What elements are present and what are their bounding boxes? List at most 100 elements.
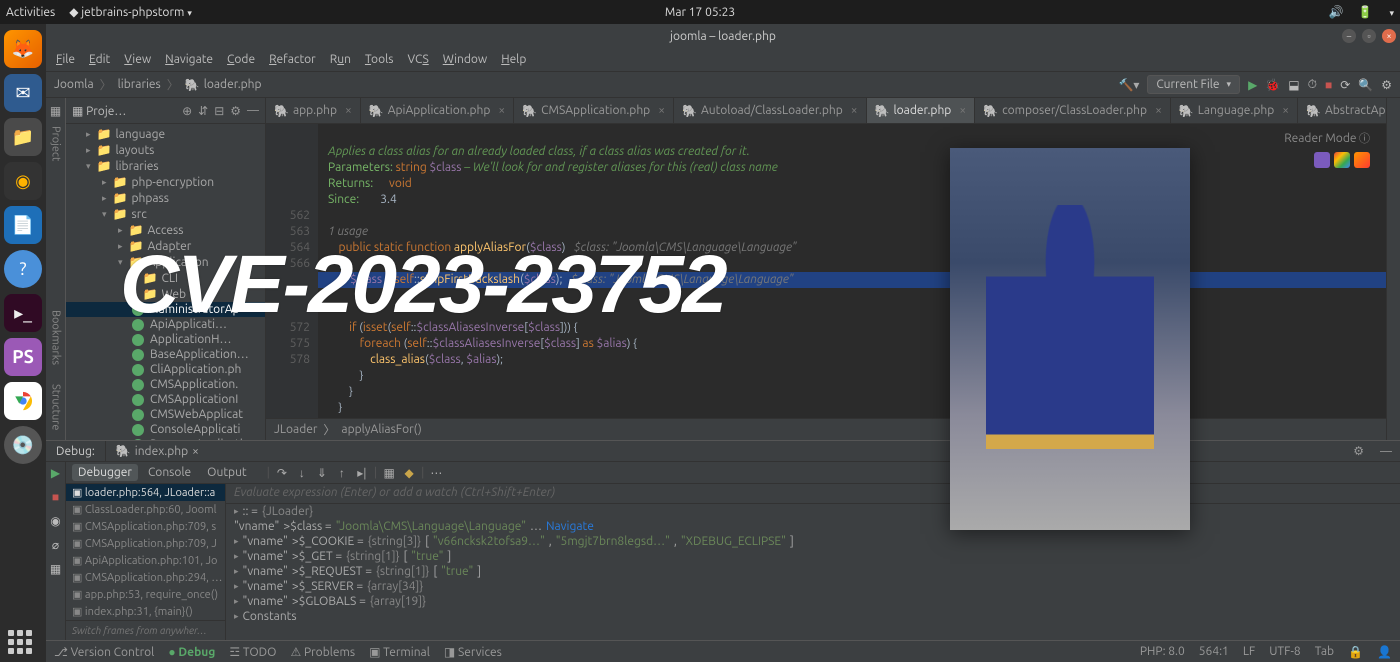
tree-node[interactable]: CliApplication.ph [66, 362, 265, 377]
variable-row[interactable]: ▸ "vname">$_SERVER = {array[34]} [226, 579, 1400, 594]
debug-settings-icon[interactable]: ⚙ [1345, 444, 1372, 458]
step-over-icon[interactable]: ↷ [274, 465, 290, 481]
variable-row[interactable]: ▸ "vname">$_GET = {string[1]} ["true"] [226, 549, 1400, 564]
menu-vcs[interactable]: VCS [407, 53, 428, 66]
resume-button[interactable]: ▶ [51, 466, 60, 480]
frames-list[interactable]: ▣ loader.php:564, JLoader::a▣ ClassLoade… [66, 484, 226, 640]
editor-tab[interactable]: 🐘loader.php× [867, 98, 976, 124]
phpstorm-preview-icon[interactable] [1314, 152, 1330, 168]
debug-session-tab[interactable]: 🐘 index.php × [106, 441, 209, 461]
run-button[interactable]: ▶ [1248, 78, 1257, 92]
activities-button[interactable]: Activities [6, 6, 55, 19]
app-menu[interactable]: ◆ jetbrains-phpstorm [69, 5, 192, 19]
tree-node[interactable]: ApplicationH… [66, 332, 265, 347]
stack-frame[interactable]: ▣ loader.php:564, JLoader::a [66, 484, 225, 501]
tree-node[interactable]: 📁src [66, 206, 265, 222]
terminal-icon[interactable]: ▸_ [4, 294, 42, 332]
indent[interactable]: Tab [1315, 645, 1334, 658]
select-opened-icon[interactable]: ⊕ [182, 104, 192, 118]
stack-frame[interactable]: ▣ CMSApplication.php:709, s [66, 518, 225, 535]
expand-icon[interactable]: ⇵ [198, 104, 208, 118]
tree-node[interactable]: 📁phpass [66, 190, 265, 206]
editor-tab[interactable]: 🐘ApiApplication.php× [361, 98, 514, 124]
disc-icon[interactable]: 💿 [4, 426, 42, 464]
console-tab[interactable]: Console [142, 464, 197, 481]
firefox-icon[interactable]: 🦊 [4, 30, 42, 68]
debug-button[interactable]: 🐞 [1265, 78, 1280, 92]
menu-help[interactable]: Help [501, 53, 526, 66]
tree-node[interactable]: CMSWebApplicat [66, 407, 265, 422]
tree-node[interactable]: CMSApplicationI [66, 392, 265, 407]
battery-icon[interactable]: 🔋 [1358, 5, 1373, 19]
run-to-cursor-icon[interactable]: ▸| [354, 465, 370, 481]
git-update-icon[interactable]: ⟳ [1340, 78, 1350, 92]
step-out-icon[interactable]: ↑ [334, 465, 350, 481]
view-breakpoints-icon[interactable]: ◉ [50, 514, 60, 528]
tree-node[interactable]: 📁libraries [66, 158, 265, 174]
volume-icon[interactable]: 🔊 [1329, 5, 1344, 19]
reader-mode-toggle[interactable]: Reader Mode ⓘ [1284, 130, 1370, 146]
structure-label[interactable]: Structure [50, 384, 62, 431]
evaluate-input[interactable]: Evaluate expression (Enter) or add a wat… [226, 484, 1400, 504]
stack-frame[interactable]: ▣ app.php:53, require_once() [66, 586, 225, 603]
collapse-icon[interactable]: ⊟ [214, 104, 224, 118]
writer-icon[interactable]: 📄 [4, 206, 42, 244]
tree-node[interactable]: ConsoleApplicati [66, 422, 265, 437]
todo-tool[interactable]: ☲ TODO [229, 645, 276, 659]
debugger-tab[interactable]: Debugger [72, 464, 138, 481]
app-grid-icon[interactable] [8, 630, 32, 654]
hide-icon[interactable]: — [247, 104, 259, 118]
php-version[interactable]: PHP: 8.0 [1140, 645, 1185, 658]
minimize-button[interactable]: – [1342, 29, 1356, 43]
project-tool-icon[interactable]: ▦ [50, 104, 61, 118]
caret-pos[interactable]: 564:1 [1199, 645, 1229, 658]
chrome-preview-icon[interactable] [1334, 152, 1350, 168]
stack-frame[interactable]: ▣ CMSApplication.php:294, … [66, 569, 225, 586]
tree-node[interactable]: CMSApplication. [66, 377, 265, 392]
inspect-icon[interactable]: 👤 [1377, 645, 1392, 659]
search-icon[interactable]: 🔍 [1358, 78, 1373, 92]
tree-node[interactable]: 📁language [66, 126, 265, 142]
editor-tab[interactable]: 🐘Autoload/ClassLoader.php× [674, 98, 867, 124]
variable-row[interactable]: ▸ :: = {JLoader} [226, 504, 1400, 519]
variable-row[interactable]: ▸ "vname">$GLOBALS = {array[19]} [226, 594, 1400, 609]
evaluate-icon[interactable]: ▦ [381, 465, 397, 481]
debug-hide-icon[interactable]: — [1372, 445, 1400, 458]
encoding[interactable]: UTF-8 [1269, 645, 1300, 658]
rhythmbox-icon[interactable]: ◉ [4, 162, 42, 200]
firefox-preview-icon[interactable] [1354, 152, 1370, 168]
stack-frame[interactable]: ▣ ClassLoader.php:60, Jooml [66, 501, 225, 518]
menu-navigate[interactable]: Navigate [165, 53, 213, 66]
variable-row[interactable]: "vname">$class = "Joomla\CMS\Language\La… [226, 519, 1400, 534]
terminal-tool[interactable]: ▣ Terminal [369, 645, 430, 659]
run-config-selector[interactable]: Current File [1147, 75, 1240, 94]
variable-row[interactable]: ▸ Constants [226, 609, 1400, 624]
coverage-icon[interactable]: ⬓ [1288, 78, 1299, 92]
clock[interactable]: Mar 17 05:23 [665, 6, 735, 19]
system-menu[interactable] [1386, 6, 1394, 19]
phpstorm-icon[interactable]: PS [4, 338, 42, 376]
help-icon[interactable]: ? [4, 250, 42, 288]
trace-icon[interactable]: ◆ [401, 465, 417, 481]
settings-icon[interactable]: ⚙ [1381, 78, 1392, 92]
menu-file[interactable]: File [56, 53, 75, 66]
editor-tab[interactable]: 🐘AbstractApplication.php× [1298, 98, 1386, 124]
layout-icon[interactable]: ▦ [50, 562, 61, 576]
lock-icon[interactable]: 🔒 [1348, 645, 1363, 659]
stop-debug-button[interactable]: ■ [52, 490, 59, 504]
profile-icon[interactable]: ⏱ [1308, 78, 1317, 92]
variable-row[interactable]: ▸ "vname">$_COOKIE = {string[3]} ["v66nc… [226, 534, 1400, 549]
chrome-icon[interactable] [4, 382, 42, 420]
editor-tab[interactable]: 🐘Language.php× [1171, 98, 1298, 124]
menu-tools[interactable]: Tools [365, 53, 394, 66]
tree-node[interactable]: 📁Access [66, 222, 265, 238]
mute-bp-icon[interactable]: ⌀ [52, 538, 59, 552]
editor-tab[interactable]: 🐘composer/ClassLoader.php× [975, 98, 1171, 124]
debug-tool[interactable]: ● Debug [168, 645, 215, 659]
stack-frame[interactable]: ▣ ApiApplication.php:101, Jo [66, 552, 225, 569]
bookmarks-label[interactable]: Bookmarks [50, 310, 62, 365]
step-into-icon[interactable]: ↓ [294, 465, 310, 481]
stack-frame[interactable]: ▣ index.php:31, {main}() [66, 603, 225, 620]
menu-view[interactable]: View [124, 53, 151, 66]
menu-run[interactable]: Run [330, 53, 351, 66]
